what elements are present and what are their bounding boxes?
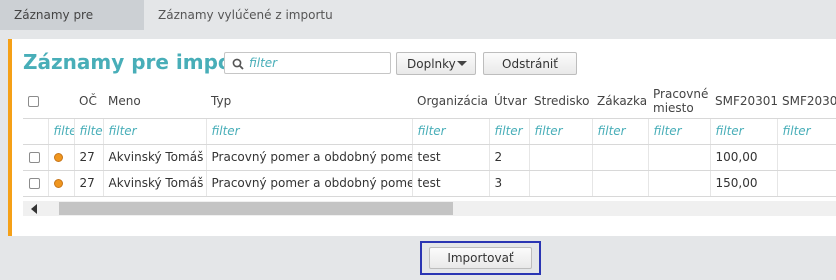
cell-smf20302 <box>777 170 836 197</box>
cell-utvar: 2 <box>489 144 530 171</box>
cell-oc: 27 <box>74 170 104 197</box>
status-cell <box>48 170 75 197</box>
filter-row: filte filter filter filter filter filter… <box>23 118 836 145</box>
filter-input-pracovne-miesto[interactable]: filter <box>648 118 711 145</box>
column-header-meno[interactable]: Meno <box>103 85 206 119</box>
column-header-smf20302[interactable]: SMF20302 <box>777 85 836 119</box>
cell-meno: Akvinský Tomáš <box>103 170 207 197</box>
cell-oc: 27 <box>74 144 104 171</box>
tab-records-for-import[interactable]: Záznamy pre import <box>0 0 144 52</box>
import-highlight: Importovať <box>420 241 541 275</box>
row-checkbox-cell <box>23 170 49 197</box>
column-header-stredisko[interactable]: Stredisko <box>529 85 592 119</box>
status-cell <box>48 144 75 171</box>
scrollbar-thumb[interactable] <box>59 202 453 215</box>
search-icon <box>232 58 244 70</box>
records-panel: Záznamy pre import Doplnky Odstrániť OČ <box>8 39 836 236</box>
column-header-smf20301[interactable]: SMF20301 <box>710 85 777 119</box>
tab-excluded-records[interactable]: Záznamy vylúčené z importu <box>144 0 347 30</box>
cell-smf20301: 100,00 <box>710 144 778 171</box>
column-header-oc[interactable]: OČ <box>74 85 103 119</box>
filter-input-status[interactable]: filte <box>48 118 75 145</box>
column-header-typ[interactable]: Typ <box>206 85 412 119</box>
cell-smf20302 <box>777 144 836 171</box>
page-title: Záznamy pre import <box>23 50 252 74</box>
filter-input-smf20301[interactable]: filter <box>710 118 778 145</box>
cell-organizacia: test <box>412 144 490 171</box>
search-input[interactable] <box>249 55 387 71</box>
cell-meno: Akvinský Tomáš <box>103 144 207 171</box>
row-checkbox[interactable] <box>29 152 40 163</box>
filter-input-meno[interactable]: filter <box>103 118 207 145</box>
cell-typ: Pracovný pomer a obdobný pomer <box>206 144 413 171</box>
filter-input-zakazka[interactable]: filter <box>592 118 649 145</box>
cell-typ: Pracovný pomer a obdobný pomer <box>206 170 413 197</box>
table-header-row: OČ Meno Typ Organizácia Útvar Stredisko … <box>23 85 836 119</box>
column-header-status <box>48 85 74 119</box>
import-button[interactable]: Importovať <box>429 247 532 269</box>
column-header-pracovne-miesto[interactable]: Pracovné miesto <box>648 85 710 119</box>
search-box[interactable] <box>224 52 391 74</box>
filter-cell-empty <box>23 118 49 145</box>
filter-input-oc[interactable]: filter <box>74 118 104 145</box>
status-dot-icon <box>53 153 63 162</box>
row-checkbox-cell <box>23 144 49 171</box>
addons-label: Doplnky <box>407 56 456 71</box>
filter-input-organizacia[interactable]: filter <box>412 118 490 145</box>
cell-smf20301: 150,00 <box>710 170 778 197</box>
chevron-down-icon <box>457 61 467 66</box>
addons-dropdown-button[interactable]: Doplnky <box>396 52 476 75</box>
remove-button[interactable]: Odstrániť <box>483 52 577 75</box>
horizontal-scrollbar[interactable] <box>23 201 836 216</box>
cell-organizacia: test <box>412 170 490 197</box>
column-header-utvar[interactable]: Útvar <box>489 85 529 119</box>
status-dot-icon <box>53 179 63 188</box>
select-all-checkbox-cell <box>23 85 48 119</box>
cell-utvar: 3 <box>489 170 530 197</box>
cell-pracovne-miesto <box>648 144 711 171</box>
column-header-organizacia[interactable]: Organizácia <box>412 85 489 119</box>
column-header-zakazka[interactable]: Zákazka <box>592 85 648 119</box>
filter-input-utvar[interactable]: filter <box>489 118 530 145</box>
table-row[interactable]: 27 Akvinský Tomáš Pracovný pomer a obdob… <box>23 170 836 197</box>
filter-input-typ[interactable]: filter <box>206 118 413 145</box>
cell-zakazka <box>592 170 649 197</box>
row-checkbox[interactable] <box>29 178 40 189</box>
cell-stredisko <box>529 170 593 197</box>
filter-input-smf20302[interactable]: filter <box>777 118 836 145</box>
table-row[interactable]: 27 Akvinský Tomáš Pracovný pomer a obdob… <box>23 144 836 171</box>
scroll-left-arrow-icon[interactable] <box>31 204 37 214</box>
cell-stredisko <box>529 144 593 171</box>
filter-input-stredisko[interactable]: filter <box>529 118 593 145</box>
tab-bar: Záznamy pre import Záznamy vylúčené z im… <box>0 0 836 52</box>
records-table: OČ Meno Typ Organizácia Útvar Stredisko … <box>23 85 836 220</box>
cell-zakazka <box>592 144 649 171</box>
cell-pracovne-miesto <box>648 170 711 197</box>
select-all-checkbox[interactable] <box>28 96 39 108</box>
